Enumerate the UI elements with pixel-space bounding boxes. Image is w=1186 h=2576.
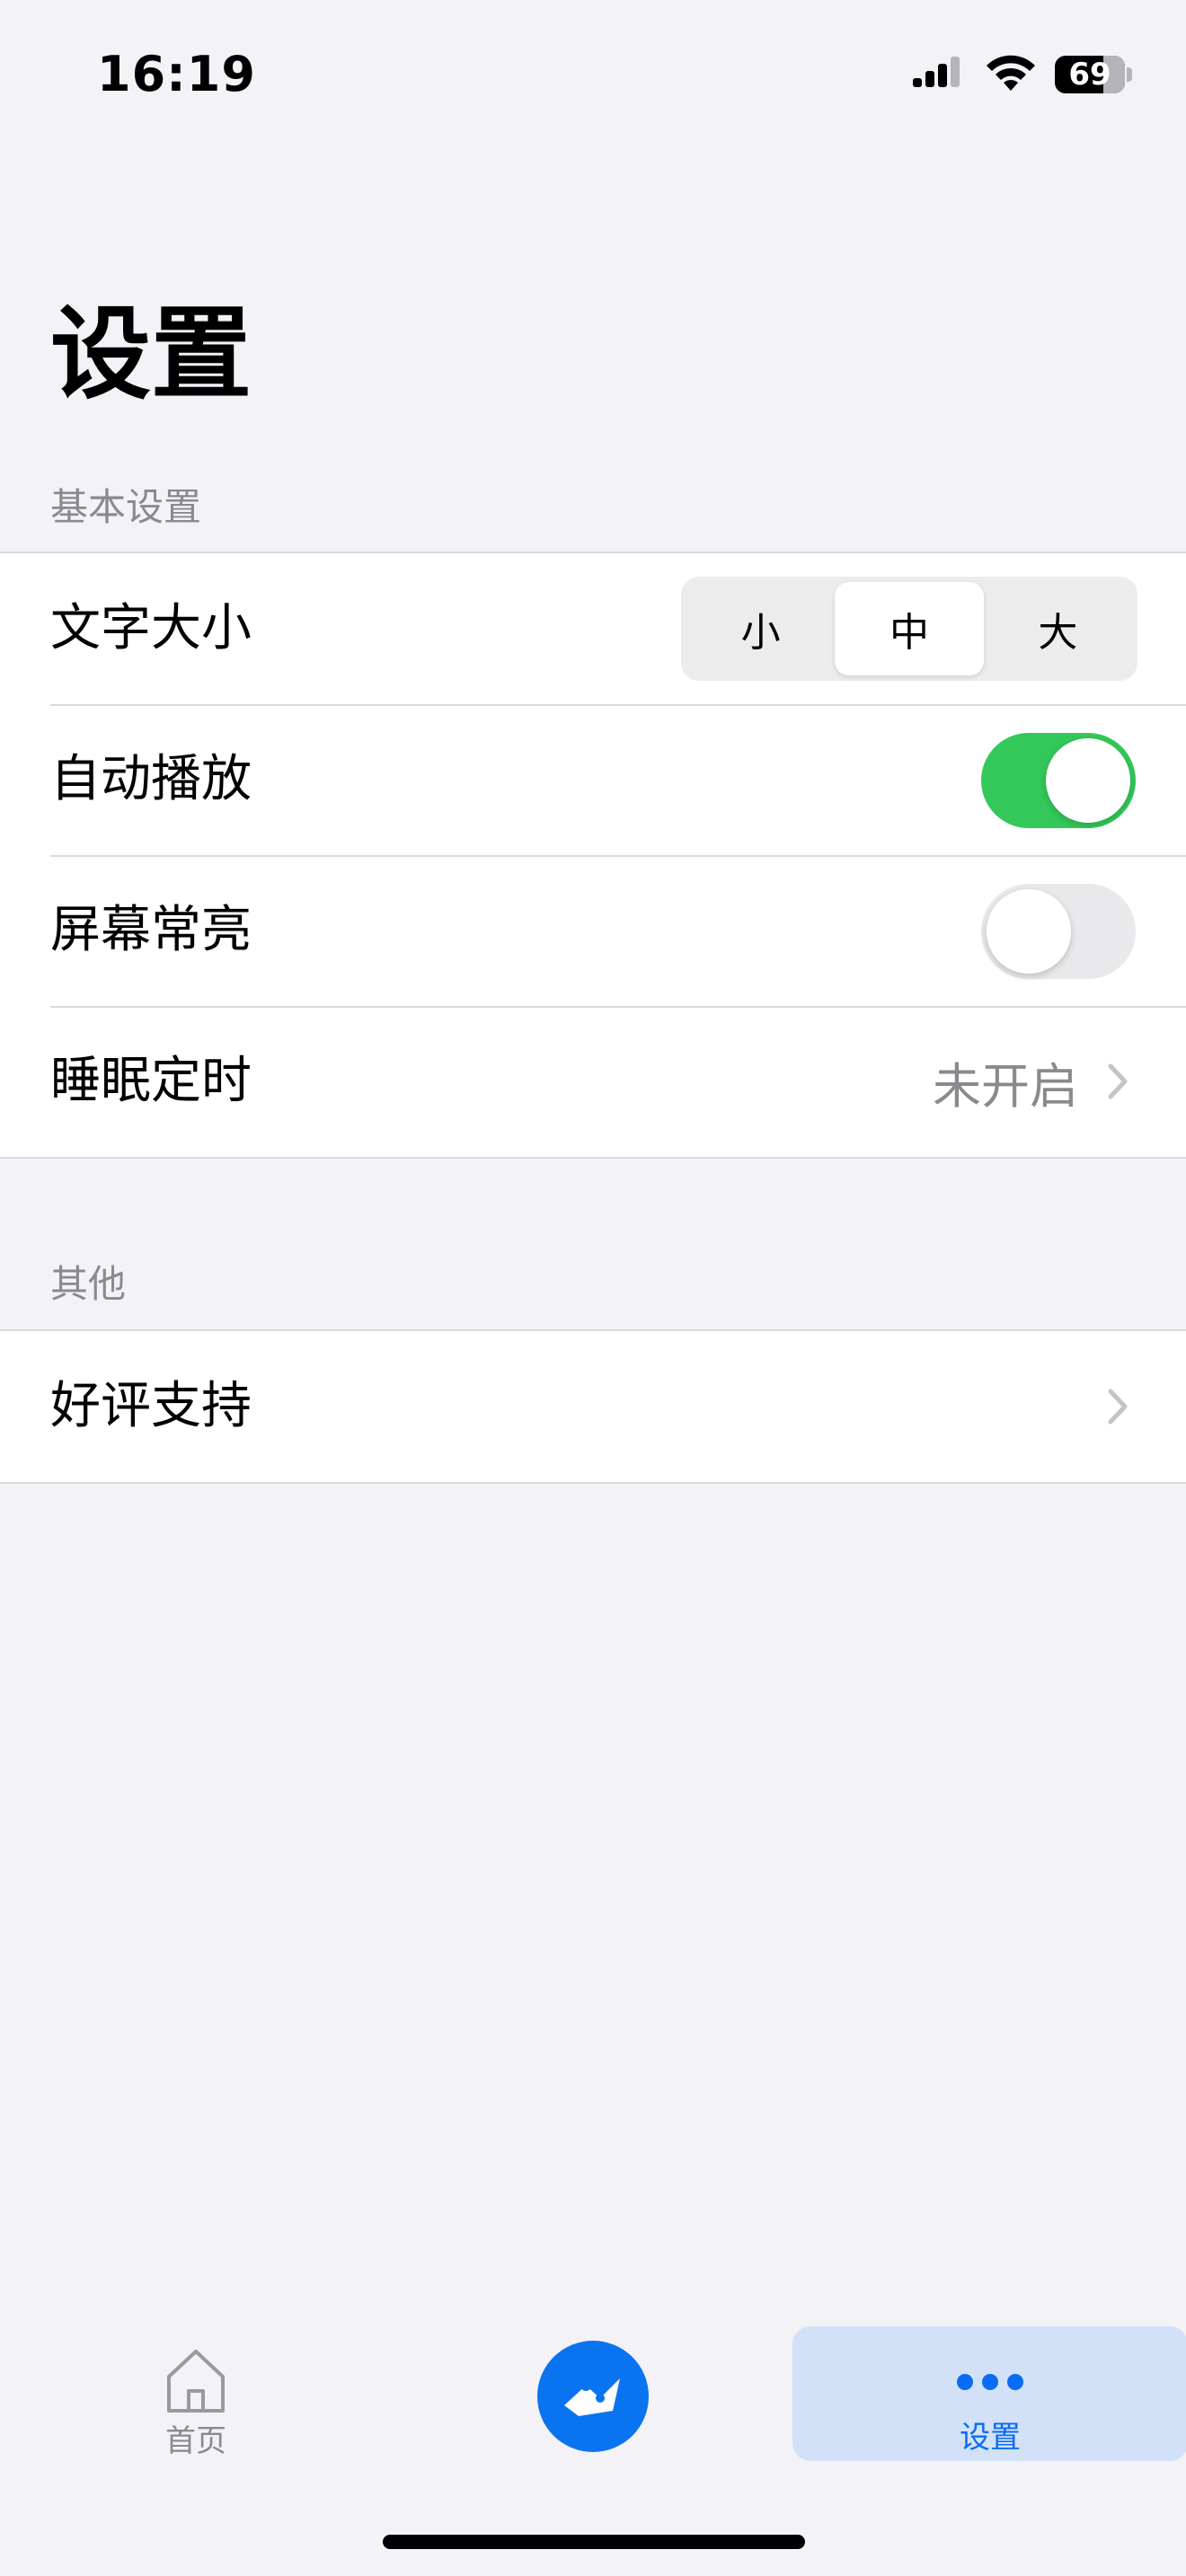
chevron-right-icon (1108, 1063, 1128, 1099)
font-size-segmented-control: 小 中 大 (681, 577, 1137, 681)
home-icon (167, 2350, 225, 2413)
font-size-option-large[interactable]: 大 (984, 582, 1132, 675)
toggle-knob (1046, 738, 1130, 823)
autoplay-toggle[interactable] (981, 733, 1136, 828)
section-header-basic: 基本设置 (50, 485, 202, 529)
more-dots-icon (957, 2374, 1023, 2390)
screen-on-label: 屏幕常亮 (50, 901, 252, 959)
sleep-timer-label: 睡眠定时 (50, 1052, 252, 1110)
font-size-option-small[interactable]: 小 (686, 582, 835, 675)
battery-icon: 69 (1055, 56, 1125, 93)
autoplay-label: 自动播放 (50, 750, 252, 808)
tab-settings-label: 设置 (960, 2420, 1021, 2456)
home-indicator[interactable] (383, 2535, 805, 2549)
tab-settings[interactable]: 设置 (792, 2326, 1186, 2461)
font-size-option-medium[interactable]: 中 (835, 582, 984, 675)
status-icons: 69 (913, 52, 1132, 97)
tab-home[interactable]: 首页 (106, 2326, 286, 2461)
other-settings-group: 好评支持 (0, 1329, 1186, 1484)
basic-settings-group: 文字大小 小 中 大 自动播放 屏幕常亮 睡眠定时 未开启 (0, 551, 1186, 1159)
screen-on-toggle[interactable] (981, 884, 1136, 979)
battery-level: 69 (1068, 57, 1111, 93)
tab-home-label: 首页 (165, 2423, 226, 2459)
toggle-knob (987, 889, 1071, 974)
battery-cap (1127, 67, 1132, 82)
rate-support-label: 好评支持 (50, 1377, 252, 1435)
section-header-other: 其他 (50, 1262, 127, 1306)
signal-icon (913, 57, 960, 87)
screen-on-row: 屏幕常亮 (0, 855, 1186, 1006)
play-center-button[interactable] (537, 2341, 649, 2452)
wifi-icon (987, 55, 1035, 91)
sleep-timer-row[interactable]: 睡眠定时 未开启 (0, 1006, 1186, 1157)
rate-support-row[interactable]: 好评支持 (0, 1331, 1186, 1482)
chevron-right-icon (1108, 1389, 1128, 1425)
settings-screen: 16:19 69 设置 基本设置 文字大小 小 中 大 自动播放 屏幕常亮 睡眠… (0, 0, 1186, 2576)
autoplay-row: 自动播放 (0, 704, 1186, 855)
status-time: 16:19 (97, 46, 256, 102)
font-size-row: 文字大小 小 中 大 (0, 553, 1186, 704)
sleep-timer-value: 未开启 (933, 1057, 1078, 1115)
font-size-label: 文字大小 (50, 599, 252, 657)
music-note-icon (564, 2378, 620, 2416)
tab-bar: 首页 设置 (0, 2317, 1186, 2470)
page-title: 设置 (50, 296, 252, 413)
